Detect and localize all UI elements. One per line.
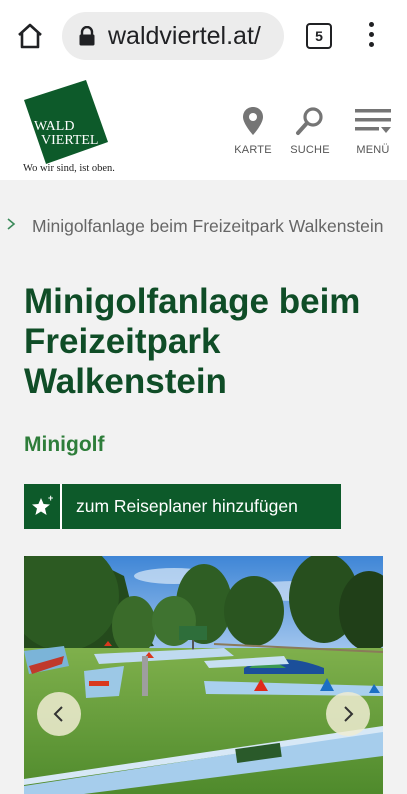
gallery-prev-button[interactable]: [37, 692, 81, 736]
breadcrumb: Minigolfanlage beim Freizeitpark Walkens…: [0, 214, 407, 242]
menu-icon: [355, 109, 391, 133]
nav-karte[interactable]: KARTE: [223, 106, 283, 156]
chevron-right-icon: [7, 218, 16, 230]
breadcrumb-current[interactable]: Minigolfanlage beim Freizeitpark Walkens…: [32, 216, 383, 237]
add-to-planner-button[interactable]: + zum Reiseplaner hinzufügen: [24, 484, 341, 529]
nav-suche[interactable]: SUCHE: [280, 106, 340, 156]
nav-label-menu: MENÜ: [356, 144, 390, 156]
search-icon: [296, 107, 323, 135]
star-plus-icon: +: [24, 484, 62, 529]
nav-label-karte: KARTE: [234, 144, 272, 156]
lock-icon: [78, 25, 96, 46]
home-icon[interactable]: [14, 20, 46, 52]
browser-toolbar: waldviertel.at/ 5: [0, 0, 407, 72]
image-gallery[interactable]: [24, 556, 383, 794]
chevron-right-icon: [344, 706, 354, 722]
more-options-icon[interactable]: [362, 22, 380, 50]
address-bar[interactable]: waldviertel.at/: [62, 12, 284, 60]
site-header: WALD VIERTEL Wo wir sind, ist oben. KART…: [0, 72, 407, 180]
nav-menu[interactable]: MENÜ: [343, 106, 403, 156]
url-text: waldviertel.at/: [108, 22, 261, 50]
map-pin-icon: [243, 107, 263, 135]
nav-label-suche: SUCHE: [290, 144, 330, 156]
gallery-next-button[interactable]: [326, 692, 370, 736]
logo-tagline: Wo wir sind, ist oben.: [23, 163, 115, 174]
page-title: Minigolfanlage beim Freizeitpark Walkens…: [24, 282, 361, 401]
planner-button-label: zum Reiseplaner hinzufügen: [76, 496, 298, 516]
chevron-left-icon: [53, 706, 63, 722]
category-label: Minigolf: [24, 433, 105, 456]
svg-text:+: +: [48, 493, 53, 503]
tab-switcher-button[interactable]: 5: [306, 23, 332, 49]
waldviertel-logo[interactable]: WALD VIERTEL: [24, 80, 108, 164]
logo-text-wald: WALD: [34, 119, 74, 134]
gallery-photo: [24, 556, 383, 794]
logo-text-viertel: VIERTEL: [41, 133, 98, 148]
